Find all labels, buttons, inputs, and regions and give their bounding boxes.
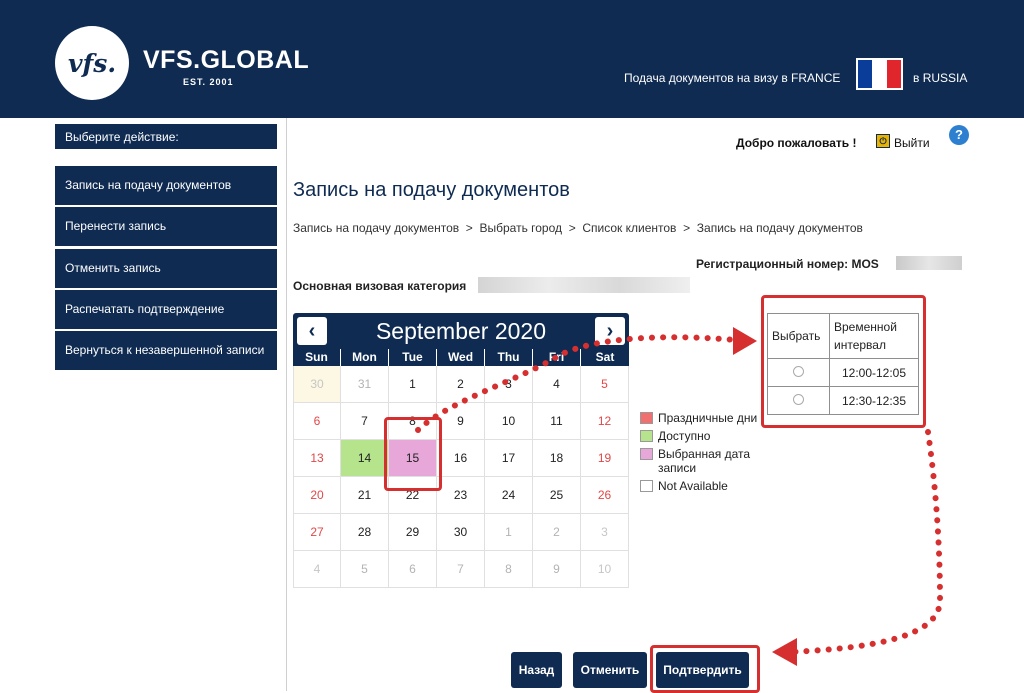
arrow-head-icon bbox=[733, 327, 757, 355]
arrow-head-icon bbox=[772, 638, 797, 666]
annotation-arrows bbox=[415, 327, 944, 666]
dotted-arrow-path bbox=[787, 429, 944, 655]
dotted-arrow-path bbox=[415, 334, 738, 433]
